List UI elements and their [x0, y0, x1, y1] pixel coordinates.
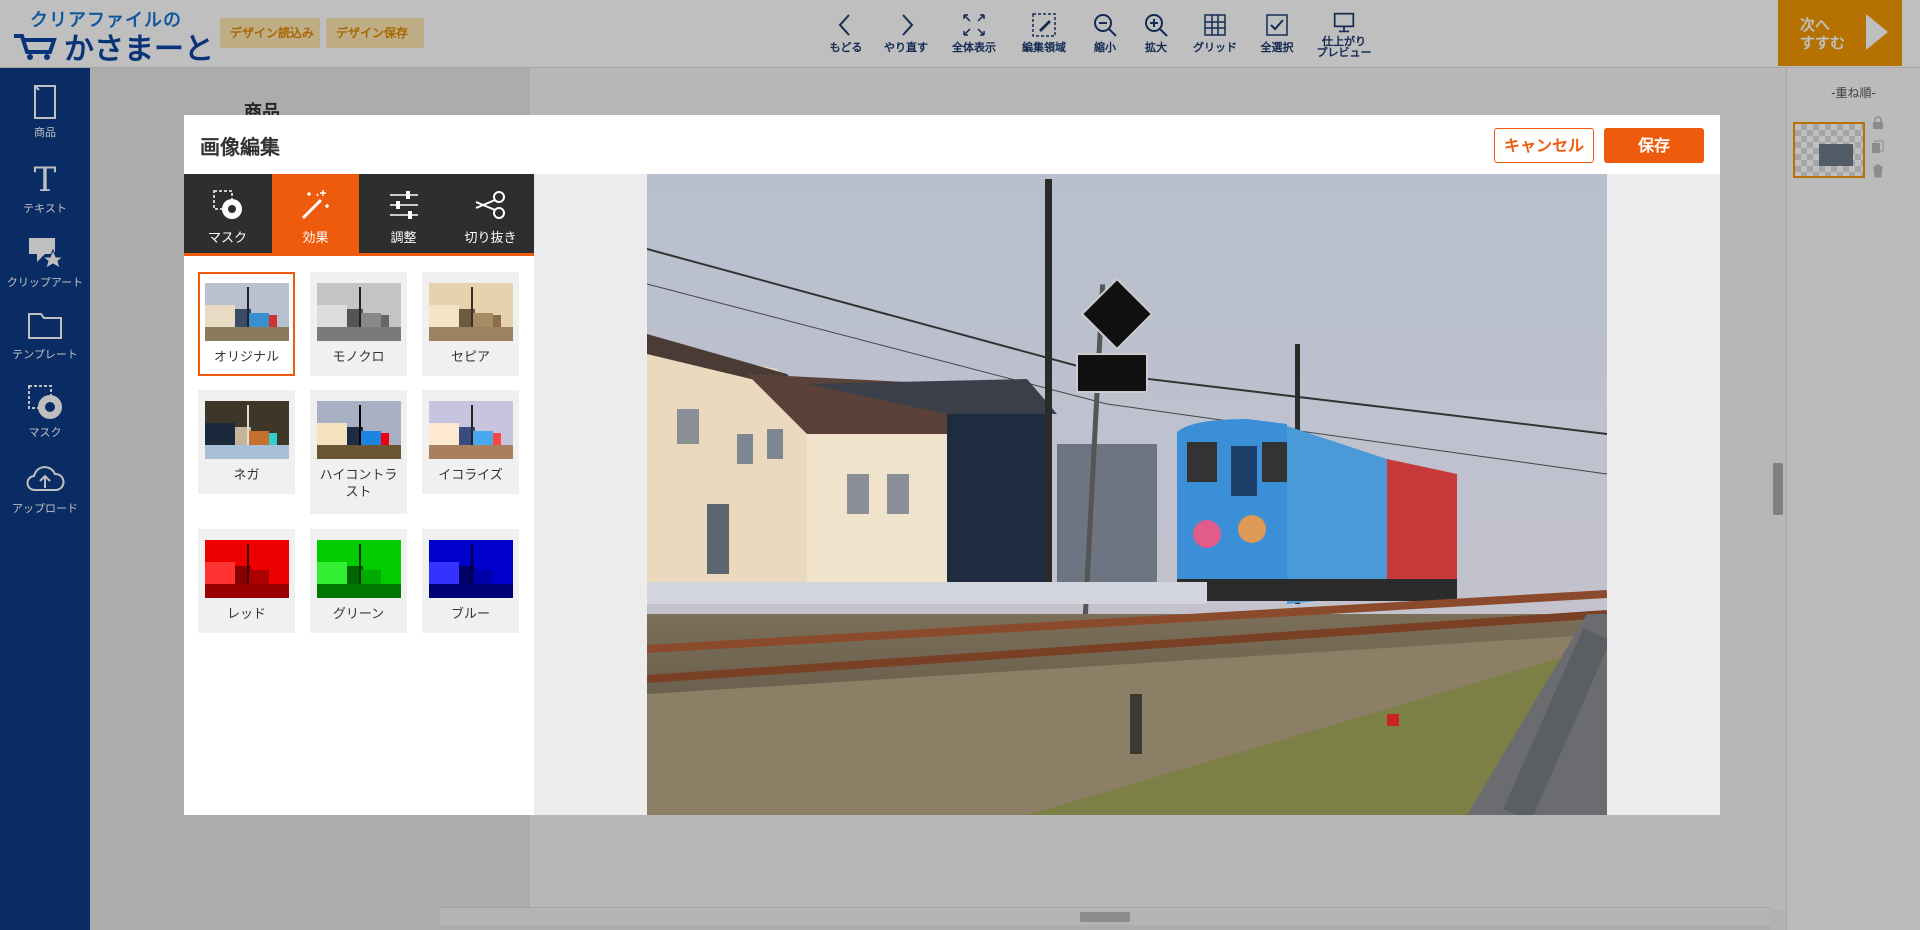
effect-label: セピア: [450, 350, 490, 365]
tab-label: 調整: [390, 231, 417, 246]
effect-label: グリーン: [332, 607, 385, 622]
effect-label: モノクロ: [332, 350, 385, 365]
sliders-icon: [389, 191, 418, 219]
dialog-title: 画像編集: [200, 135, 280, 159]
tab-label: マスク: [207, 231, 247, 246]
effect-label: ハイコントラスト: [319, 468, 398, 500]
effect-blue[interactable]: ブルー: [422, 529, 519, 633]
effect-thumbnail: [316, 283, 401, 341]
mask-icon: [212, 190, 242, 219]
effect-label: ネガ: [233, 468, 260, 483]
effect-label: イコライズ: [438, 468, 503, 483]
edit-tools-panel: マスク 効果 調整 切り抜き オリジナル モノクロ セピア ネガ ハイコントラス…: [184, 174, 534, 815]
effect-high-contrast[interactable]: ハイコントラスト: [310, 390, 407, 514]
effect-sepia[interactable]: セピア: [422, 272, 519, 376]
effect-thumbnail: [204, 401, 289, 459]
effect-negative[interactable]: ネガ: [198, 390, 295, 494]
effect-thumbnail: [428, 540, 513, 598]
cancel-button[interactable]: キャンセル: [1494, 128, 1594, 163]
image-edit-dialog: 画像編集 キャンセル 保存 マスク 効果 調整 切り抜き オリジナル モノクロ …: [184, 115, 1720, 815]
edit-tabs: マスク 効果 調整 切り抜き: [184, 174, 534, 256]
edited-photo[interactable]: [647, 174, 1607, 815]
effect-thumbnail: [204, 283, 289, 341]
scissors-icon: [475, 191, 505, 219]
image-preview-area: [534, 174, 1720, 815]
effect-thumbnail: [428, 283, 513, 341]
effect-green[interactable]: グリーン: [310, 529, 407, 633]
effect-thumbnail: [428, 401, 513, 459]
effect-label: オリジナル: [213, 350, 279, 365]
effect-thumbnail: [316, 540, 401, 598]
tab-label: 切り抜き: [464, 231, 517, 246]
tab-crop[interactable]: 切り抜き: [447, 174, 534, 253]
effect-thumbnail: [204, 540, 289, 598]
effect-label: ブルー: [450, 607, 490, 622]
save-button[interactable]: 保存: [1604, 128, 1704, 163]
effect-thumbnail: [316, 401, 401, 459]
tab-effects[interactable]: 効果: [272, 174, 359, 253]
effect-mono[interactable]: モノクロ: [310, 272, 407, 376]
effect-label: レッド: [226, 607, 266, 622]
effect-original[interactable]: オリジナル: [198, 272, 295, 376]
effect-equalize[interactable]: イコライズ: [422, 390, 519, 494]
dialog-header: 画像編集 キャンセル 保存: [184, 115, 1720, 173]
tab-mask[interactable]: マスク: [184, 174, 271, 253]
magic-wand-icon: [301, 190, 329, 220]
tab-adjust[interactable]: 調整: [360, 174, 447, 253]
effect-red[interactable]: レッド: [198, 529, 295, 633]
tab-label: 効果: [302, 231, 329, 246]
